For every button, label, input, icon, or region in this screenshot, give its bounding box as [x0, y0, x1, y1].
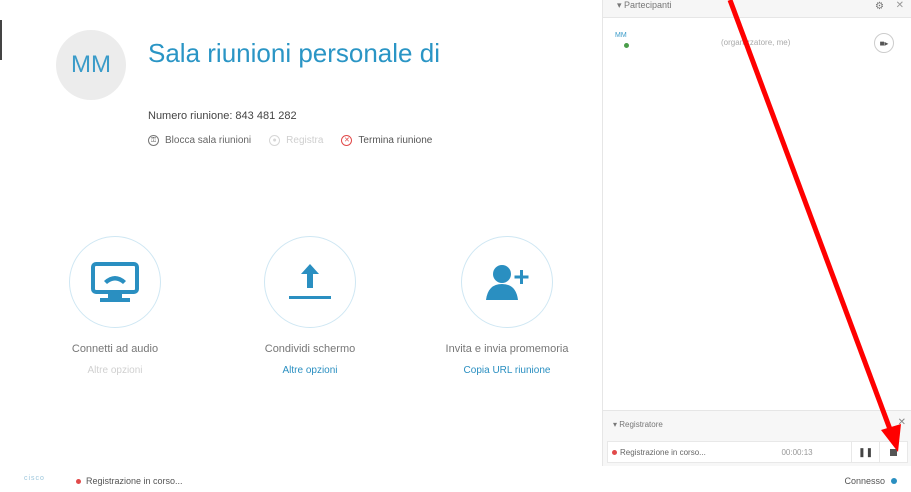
record-icon: ● [269, 135, 281, 146]
connection-label: Connesso [844, 476, 885, 486]
video-camera-icon: ■▸ [879, 38, 889, 48]
recorder-state: Registrazione in corso... [612, 448, 747, 457]
share-screen-button[interactable] [264, 236, 356, 328]
lock-room-label: Blocca sala riunioni [165, 135, 252, 146]
record-button[interactable]: ● Registra [269, 135, 323, 146]
participant-role: (organizzatore, me) [721, 38, 791, 47]
participants-title-text: Partecipanti [624, 0, 672, 10]
recording-dot-icon [612, 449, 617, 455]
share-more-options-link[interactable]: Altre opzioni [235, 365, 385, 376]
connection-status: Connesso [844, 476, 897, 486]
end-meeting-button[interactable]: ✕ Termina riunione [341, 135, 432, 146]
recording-status-label: Registrazione in corso... [86, 476, 183, 486]
recorder-controls: Registrazione in corso... 00:00:13 ❚❚ [607, 441, 908, 463]
status-bar: cisco Registrazione in corso... Connesso [0, 468, 911, 492]
quick-start-tiles: Connetti ad audio Altre opzioni Condivid… [40, 236, 580, 396]
participant-row[interactable]: MM (organizzatore, me) ■▸ [603, 28, 911, 58]
audio-more-options-link[interactable]: Altre opzioni [40, 365, 190, 376]
side-panel: ▾ Partecipanti ⚙ ✕ MM (organizzatore, me… [602, 0, 911, 466]
participants-title: ▾ Partecipanti [617, 0, 672, 10]
recorder-time: 00:00:13 [781, 447, 813, 457]
close-icon[interactable]: ✕ [896, 0, 904, 11]
recorder-title[interactable]: ▾ Registratore [613, 420, 663, 429]
record-label: Registra [286, 135, 324, 146]
window-edge [0, 20, 2, 60]
recorder-title-text: Registratore [619, 420, 663, 429]
recorder-close-icon[interactable]: ✕ [898, 417, 906, 428]
webex-meeting-window: MM Sala riunioni personale di Numero riu… [0, 0, 911, 492]
stop-button[interactable] [879, 442, 907, 462]
recording-status: Registrazione in corso... [76, 476, 183, 486]
gear-icon[interactable]: ⚙ [875, 1, 884, 12]
connect-audio-label: Connetti ad audio [71, 343, 159, 355]
tile-invite: Invita e invia promemoria Copia URL riun… [432, 236, 582, 376]
audio-monitor-icon [91, 262, 139, 302]
connection-dot-icon [891, 478, 897, 484]
copy-url-link[interactable]: Copia URL riunione [432, 365, 582, 376]
upload-icon [289, 264, 331, 299]
invite-button[interactable] [461, 236, 553, 328]
participants-header[interactable]: ▾ Partecipanti ⚙ ✕ [603, 0, 911, 18]
recorder-panel: ▾ Registratore ✕ Registrazione in corso.… [603, 410, 911, 466]
share-screen-label: Condividi schermo [264, 343, 356, 355]
recorder-status-label: Registrazione in corso... [620, 447, 706, 457]
pause-icon: ❚❚ [858, 446, 874, 457]
connect-audio-button[interactable] [69, 236, 161, 328]
recording-dot-icon [76, 478, 81, 484]
online-status-icon [623, 42, 630, 49]
lock-room-button[interactable]: ⚿ Blocca sala riunioni [148, 135, 251, 146]
end-meeting-label: Termina riunione [358, 135, 433, 146]
video-camera-button[interactable]: ■▸ [874, 33, 894, 53]
invite-label: Invita e invia promemoria [445, 343, 569, 355]
cisco-logo: cisco [24, 475, 45, 482]
meeting-number: Numero riunione: 843 481 282 [148, 110, 297, 122]
meeting-actions: ⚿ Blocca sala riunioni ● Registra ✕ Term… [148, 135, 432, 146]
participant-avatar: MM [615, 32, 635, 52]
meeting-title: Sala riunioni personale di [148, 38, 440, 68]
lock-icon: ⚿ [148, 135, 159, 146]
tile-share-screen: Condividi schermo Altre opzioni [235, 236, 385, 376]
pause-button[interactable]: ❚❚ [851, 442, 879, 462]
stop-icon [890, 448, 898, 456]
close-circle-icon: ✕ [341, 135, 353, 146]
host-avatar: MM [56, 30, 126, 100]
tile-connect-audio: Connetti ad audio Altre opzioni [40, 236, 190, 376]
participant-initials: MM [615, 32, 627, 39]
avatar-initials: MM [71, 51, 111, 78]
add-user-icon [486, 265, 529, 300]
